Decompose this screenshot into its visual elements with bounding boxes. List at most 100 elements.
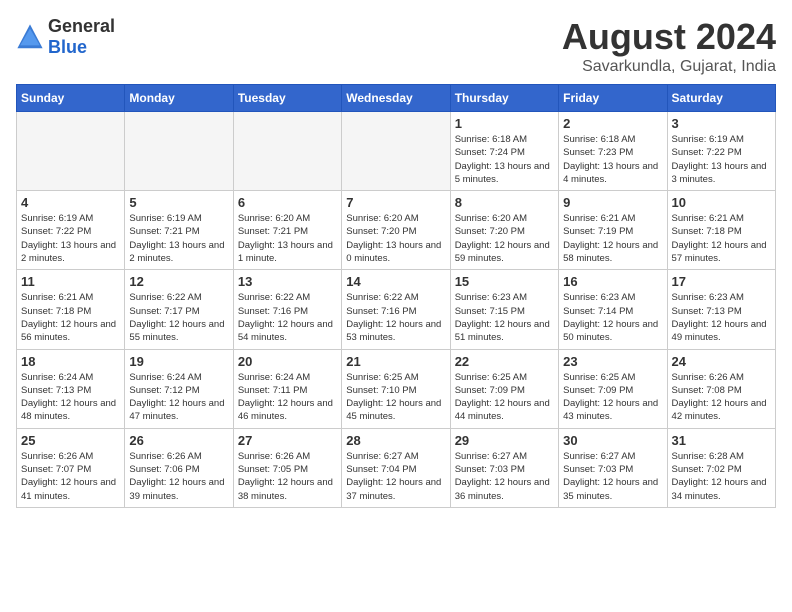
logo-wordmark: General Blue: [48, 16, 115, 58]
calendar-cell: 1 Sunrise: 6:18 AM Sunset: 7:24 PM Daylig…: [450, 112, 558, 191]
calendar-cell: 31 Sunrise: 6:28 AM Sunset: 7:02 PM Dayli…: [667, 428, 775, 507]
day-info: Sunrise: 6:18 AM Sunset: 7:24 PM Dayligh…: [455, 133, 554, 186]
day-info: Sunrise: 6:18 AM Sunset: 7:23 PM Dayligh…: [563, 133, 662, 186]
calendar-cell: 29Sunrise: 6:27 AM Sunset: 7:03 PM Dayli…: [450, 428, 558, 507]
week-row-2: 4 Sunrise: 6:19 AM Sunset: 7:22 PM Daylig…: [17, 191, 776, 270]
day-number: 23: [563, 354, 662, 369]
day-number: 3: [672, 116, 771, 131]
logo: General Blue: [16, 16, 115, 58]
day-info: Sunrise: 6:24 AM Sunset: 7:13 PM Dayligh…: [21, 371, 120, 424]
day-info: Sunrise: 6:21 AM Sunset: 7:18 PM Dayligh…: [672, 212, 771, 265]
calendar-cell: 10 Sunrise: 6:21 AM Sunset: 7:18 PM Dayli…: [667, 191, 775, 270]
calendar-cell: 13Sunrise: 6:22 AM Sunset: 7:16 PM Dayli…: [233, 270, 341, 349]
calendar-table: SundayMondayTuesdayWednesdayThursdayFrid…: [16, 84, 776, 508]
day-number: 28: [346, 433, 445, 448]
calendar-cell: [17, 112, 125, 191]
col-header-wednesday: Wednesday: [342, 85, 450, 112]
logo-icon: [16, 23, 44, 51]
calendar-cell: 30 Sunrise: 6:27 AM Sunset: 7:03 PM Dayli…: [559, 428, 667, 507]
day-number: 10: [672, 195, 771, 210]
day-number: 13: [238, 274, 337, 289]
day-info: Sunrise: 6:26 AM Sunset: 7:05 PM Dayligh…: [238, 450, 337, 503]
day-info: Sunrise: 6:23 AM Sunset: 7:14 PM Dayligh…: [563, 291, 662, 344]
calendar-cell: 9Sunrise: 6:21 AM Sunset: 7:19 PM Daylig…: [559, 191, 667, 270]
day-info: Sunrise: 6:25 AM Sunset: 7:09 PM Dayligh…: [563, 371, 662, 424]
page-header: General Blue August 2024 Savarkundla, Gu…: [16, 16, 776, 76]
calendar-cell: 8 Sunrise: 6:20 AM Sunset: 7:20 PM Daylig…: [450, 191, 558, 270]
col-header-tuesday: Tuesday: [233, 85, 341, 112]
title-area: August 2024 Savarkundla, Gujarat, India: [562, 16, 776, 76]
day-info: Sunrise: 6:22 AM Sunset: 7:17 PM Dayligh…: [129, 291, 228, 344]
week-row-5: 25 Sunrise: 6:26 AM Sunset: 7:07 PM Dayli…: [17, 428, 776, 507]
calendar-cell: 4 Sunrise: 6:19 AM Sunset: 7:22 PM Daylig…: [17, 191, 125, 270]
calendar-cell: 28 Sunrise: 6:27 AM Sunset: 7:04 PM Dayli…: [342, 428, 450, 507]
day-info: Sunrise: 6:21 AM Sunset: 7:18 PM Dayligh…: [21, 291, 120, 344]
day-number: 6: [238, 195, 337, 210]
logo-general: General: [48, 16, 115, 36]
day-number: 31: [672, 433, 771, 448]
day-info: Sunrise: 6:26 AM Sunset: 7:06 PM Dayligh…: [129, 450, 228, 503]
day-info: Sunrise: 6:26 AM Sunset: 7:07 PM Dayligh…: [21, 450, 120, 503]
day-number: 16: [563, 274, 662, 289]
calendar-cell: 15 Sunrise: 6:23 AM Sunset: 7:15 PM Dayli…: [450, 270, 558, 349]
calendar-cell: 11Sunrise: 6:21 AM Sunset: 7:18 PM Dayli…: [17, 270, 125, 349]
day-number: 20: [238, 354, 337, 369]
day-info: Sunrise: 6:20 AM Sunset: 7:21 PM Dayligh…: [238, 212, 337, 265]
calendar-cell: 12 Sunrise: 6:22 AM Sunset: 7:17 PM Dayli…: [125, 270, 233, 349]
day-info: Sunrise: 6:26 AM Sunset: 7:08 PM Dayligh…: [672, 371, 771, 424]
day-info: Sunrise: 6:28 AM Sunset: 7:02 PM Dayligh…: [672, 450, 771, 503]
day-number: 2: [563, 116, 662, 131]
day-number: 4: [21, 195, 120, 210]
day-number: 26: [129, 433, 228, 448]
day-info: Sunrise: 6:23 AM Sunset: 7:15 PM Dayligh…: [455, 291, 554, 344]
day-number: 14: [346, 274, 445, 289]
calendar-cell: 5 Sunrise: 6:19 AM Sunset: 7:21 PM Daylig…: [125, 191, 233, 270]
week-row-1: 1 Sunrise: 6:18 AM Sunset: 7:24 PM Daylig…: [17, 112, 776, 191]
calendar-cell: [125, 112, 233, 191]
day-number: 1: [455, 116, 554, 131]
day-info: Sunrise: 6:22 AM Sunset: 7:16 PM Dayligh…: [346, 291, 445, 344]
calendar-cell: 14 Sunrise: 6:22 AM Sunset: 7:16 PM Dayli…: [342, 270, 450, 349]
day-number: 5: [129, 195, 228, 210]
day-info: Sunrise: 6:19 AM Sunset: 7:21 PM Dayligh…: [129, 212, 228, 265]
calendar-cell: [233, 112, 341, 191]
day-info: Sunrise: 6:24 AM Sunset: 7:11 PM Dayligh…: [238, 371, 337, 424]
calendar-cell: 7Sunrise: 6:20 AM Sunset: 7:20 PM Daylig…: [342, 191, 450, 270]
day-info: Sunrise: 6:27 AM Sunset: 7:03 PM Dayligh…: [455, 450, 554, 503]
calendar-cell: 21 Sunrise: 6:25 AM Sunset: 7:10 PM Dayli…: [342, 349, 450, 428]
calendar-cell: 2 Sunrise: 6:18 AM Sunset: 7:23 PM Daylig…: [559, 112, 667, 191]
day-info: Sunrise: 6:27 AM Sunset: 7:03 PM Dayligh…: [563, 450, 662, 503]
day-info: Sunrise: 6:24 AM Sunset: 7:12 PM Dayligh…: [129, 371, 228, 424]
day-number: 24: [672, 354, 771, 369]
calendar-cell: 26 Sunrise: 6:26 AM Sunset: 7:06 PM Dayli…: [125, 428, 233, 507]
day-info: Sunrise: 6:19 AM Sunset: 7:22 PM Dayligh…: [21, 212, 120, 265]
calendar-cell: 17Sunrise: 6:23 AM Sunset: 7:13 PM Dayli…: [667, 270, 775, 349]
calendar-title: August 2024: [562, 16, 776, 58]
day-info: Sunrise: 6:27 AM Sunset: 7:04 PM Dayligh…: [346, 450, 445, 503]
calendar-cell: 27Sunrise: 6:26 AM Sunset: 7:05 PM Dayli…: [233, 428, 341, 507]
day-number: 7: [346, 195, 445, 210]
day-number: 12: [129, 274, 228, 289]
day-number: 8: [455, 195, 554, 210]
calendar-cell: 20 Sunrise: 6:24 AM Sunset: 7:11 PM Dayli…: [233, 349, 341, 428]
calendar-cell: 24 Sunrise: 6:26 AM Sunset: 7:08 PM Dayli…: [667, 349, 775, 428]
day-number: 19: [129, 354, 228, 369]
day-number: 21: [346, 354, 445, 369]
calendar-header-row: SundayMondayTuesdayWednesdayThursdayFrid…: [17, 85, 776, 112]
day-number: 30: [563, 433, 662, 448]
calendar-cell: 19 Sunrise: 6:24 AM Sunset: 7:12 PM Dayli…: [125, 349, 233, 428]
col-header-saturday: Saturday: [667, 85, 775, 112]
col-header-sunday: Sunday: [17, 85, 125, 112]
day-number: 15: [455, 274, 554, 289]
col-header-thursday: Thursday: [450, 85, 558, 112]
day-info: Sunrise: 6:20 AM Sunset: 7:20 PM Dayligh…: [455, 212, 554, 265]
day-info: Sunrise: 6:25 AM Sunset: 7:10 PM Dayligh…: [346, 371, 445, 424]
calendar-subtitle: Savarkundla, Gujarat, India: [562, 58, 776, 76]
col-header-monday: Monday: [125, 85, 233, 112]
day-number: 22: [455, 354, 554, 369]
week-row-4: 18Sunrise: 6:24 AM Sunset: 7:13 PM Dayli…: [17, 349, 776, 428]
calendar-cell: 3Sunrise: 6:19 AM Sunset: 7:22 PM Daylig…: [667, 112, 775, 191]
calendar-cell: 25 Sunrise: 6:26 AM Sunset: 7:07 PM Dayli…: [17, 428, 125, 507]
calendar-cell: 6 Sunrise: 6:20 AM Sunset: 7:21 PM Daylig…: [233, 191, 341, 270]
day-number: 25: [21, 433, 120, 448]
